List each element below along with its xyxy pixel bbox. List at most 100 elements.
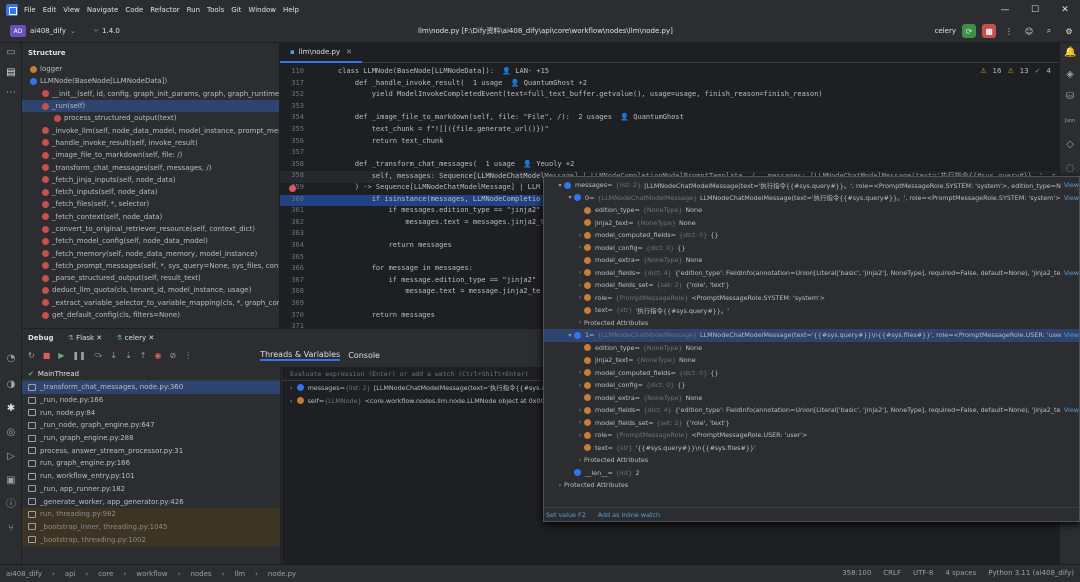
view-link[interactable]: View xyxy=(1060,406,1079,415)
step-into-icon[interactable]: ↓ xyxy=(110,351,117,360)
problems-icon[interactable]: ⓘ xyxy=(5,499,17,511)
breakpoint-icon[interactable] xyxy=(289,185,296,192)
view-link[interactable]: View xyxy=(1060,268,1079,277)
structure-item[interactable]: _fetch_inputs(self, node_data) xyxy=(22,186,279,198)
expand-arrow-icon[interactable]: › xyxy=(576,407,584,414)
menu-item-window[interactable]: Window xyxy=(248,6,276,14)
structure-item[interactable]: _extract_variable_selector_to_variable_m… xyxy=(22,297,279,309)
inspector-row[interactable]: › Protected Attributes xyxy=(544,479,1079,492)
debug-tool-icon[interactable]: ✱ xyxy=(5,403,17,415)
expand-arrow-icon[interactable]: ▾ xyxy=(566,194,574,201)
structure-item[interactable]: _fetch_model_config(self, node_data_mode… xyxy=(22,235,279,247)
resume-icon[interactable]: ▶ xyxy=(58,351,64,360)
menu-item-tools[interactable]: Tools xyxy=(207,6,224,14)
expand-arrow-icon[interactable]: › xyxy=(290,397,293,405)
breadcrumb-item[interactable]: core xyxy=(98,570,113,578)
expand-arrow-icon[interactable]: › xyxy=(576,282,584,289)
tab-flask[interactable]: ⚗ Flask ✕ xyxy=(68,334,103,342)
view-breakpoints-icon[interactable]: ◉ xyxy=(155,351,162,360)
inspector-row[interactable]: model_extra = {NoneType} None xyxy=(544,392,1079,405)
expand-arrow-icon[interactable]: › xyxy=(576,432,584,439)
inspector-row[interactable]: › model_fields = {dict: 4} {'edition_type':… xyxy=(544,267,1079,280)
breadcrumb-item[interactable]: api xyxy=(65,570,76,578)
view-link[interactable]: View xyxy=(1060,193,1079,202)
add-inline-watch-link[interactable]: Add as inline watch xyxy=(598,511,660,519)
expand-arrow-icon[interactable]: ▾ xyxy=(556,182,564,189)
stack-frame[interactable]: _bootstrap, threading.py:1002 xyxy=(22,533,280,546)
menu-item-git[interactable]: Git xyxy=(231,6,241,14)
inspector-row[interactable]: jinja2_text = {NoneType} None xyxy=(544,217,1079,230)
ai-assistant-icon[interactable]: ◈ xyxy=(1064,69,1076,81)
rerun-icon[interactable]: ↻ xyxy=(28,351,35,360)
python-packages-icon[interactable]: ◑ xyxy=(5,379,17,391)
menu-item-run[interactable]: Run xyxy=(187,6,200,14)
expand-arrow-icon[interactable]: › xyxy=(556,482,564,489)
menu-item-navigate[interactable]: Navigate xyxy=(87,6,118,14)
more-icon[interactable]: ⋮ xyxy=(1002,24,1016,38)
stack-frame[interactable]: _run, app_runner.py:182 xyxy=(22,483,280,496)
branch-selector[interactable]: 1.4.0 xyxy=(102,27,120,35)
step-out-icon[interactable]: ↑ xyxy=(140,351,147,360)
stack-frame[interactable]: process, answer_stream_processor.py:31 xyxy=(22,444,280,457)
inspector-row[interactable]: › Protected Attributes xyxy=(544,317,1079,330)
inspector-row[interactable]: › model_computed_fields = {dict: 0}{} xyxy=(544,229,1079,242)
inspector-row[interactable]: › model_fields_set = {set: 2} {'role', 'tex… xyxy=(544,279,1079,292)
expand-arrow-icon[interactable]: › xyxy=(576,294,584,301)
menu-item-refactor[interactable]: Refactor xyxy=(150,6,179,14)
structure-item[interactable]: _transform_chat_messages(self, messages,… xyxy=(22,161,279,173)
inspector-row[interactable]: › model_config = {dict: 0}{} xyxy=(544,242,1079,255)
resume-button[interactable]: ⟳ xyxy=(962,24,976,38)
expand-arrow-icon[interactable]: › xyxy=(576,269,584,276)
structure-item[interactable]: get_default_config(cls, filters=None) xyxy=(22,309,279,321)
stack-frame[interactable]: run, threading.py:982 xyxy=(22,507,280,521)
inspector-row[interactable]: › model_fields_set = {set: 2} {'role', 'tex… xyxy=(544,417,1079,430)
structure-item[interactable]: _fetch_prompt_messages(self, *, sys_quer… xyxy=(22,260,279,272)
close-window-icon[interactable]: ✕ xyxy=(1050,0,1080,20)
stack-frame[interactable]: _transform_chat_messages, node.py:360 xyxy=(22,381,280,394)
expand-arrow-icon[interactable]: › xyxy=(576,369,584,376)
inspector-row[interactable]: edition_type = {NoneType} None xyxy=(544,204,1079,217)
structure-item[interactable]: deduct_llm_quota(cls, tenant_id, model_i… xyxy=(22,284,279,296)
expand-arrow-icon[interactable]: › xyxy=(576,232,584,239)
stack-frame[interactable]: _run_node, graph_engine.py:647 xyxy=(22,419,280,432)
maximize-icon[interactable]: ☐ xyxy=(1020,0,1050,20)
inspector-row[interactable]: › model_computed_fields = {dict: 0}{} xyxy=(544,367,1079,380)
python-console-icon[interactable]: ◔ xyxy=(5,353,17,365)
structure-item[interactable]: _parse_structured_output(self, result_te… xyxy=(22,272,279,284)
menu-item-view[interactable]: View xyxy=(63,6,80,14)
inspector-row[interactable]: › role = {PromptMessageRole} <PromptMessage… xyxy=(544,292,1079,305)
breadcrumb-item[interactable]: nodes xyxy=(190,570,211,578)
line-ending[interactable]: CRLF xyxy=(883,569,901,577)
stop-icon[interactable]: ■ xyxy=(43,351,51,360)
run-config-selector[interactable]: celery xyxy=(935,27,956,35)
structure-item[interactable]: process_structured_output(text) xyxy=(22,112,279,124)
inspector-row[interactable]: text = {str} '执行指令{{#sys.query#}}。' xyxy=(544,304,1079,317)
encoding[interactable]: UTF-8 xyxy=(913,569,933,577)
menu-item-help[interactable]: Help xyxy=(283,6,299,14)
view-link[interactable]: View xyxy=(1060,331,1079,340)
stack-frame[interactable]: _generate_worker, app_generator.py:426 xyxy=(22,495,280,508)
expand-arrow-icon[interactable]: ▾ xyxy=(566,332,574,339)
expand-arrow-icon[interactable]: › xyxy=(290,384,293,392)
structure-item[interactable]: _fetch_memory(self, node_data_memory, mo… xyxy=(22,247,279,259)
codeium-icon[interactable]: ◌ xyxy=(1064,163,1076,175)
structure-tool-icon[interactable]: ▤ xyxy=(5,67,17,79)
inspector-row[interactable]: ▾ 1 = {LLMNodeChatModelMessage} LLMNodeChat… xyxy=(544,329,1079,342)
breadcrumb-item[interactable]: node.py xyxy=(268,570,296,578)
expand-arrow-icon[interactable]: › xyxy=(576,382,584,389)
stack-frame[interactable]: _bootstrap_inner, threading.py:1045 xyxy=(22,520,280,534)
breadcrumb-item[interactable]: llm xyxy=(234,570,245,578)
inspector-row[interactable]: ▾ messages = {list: 2} [LLMNodeChatModelMes… xyxy=(544,179,1079,192)
minimize-icon[interactable]: — xyxy=(990,0,1020,20)
search-icon[interactable]: ⌕ xyxy=(1042,24,1056,38)
structure-item[interactable]: _run(self) xyxy=(22,99,279,113)
tab-celery[interactable]: ⚗ celery ✕ xyxy=(116,334,154,342)
step-over-icon[interactable]: ⤼ xyxy=(94,350,103,360)
structure-item[interactable]: _fetch_files(self, *, selector) xyxy=(22,198,279,210)
run-tool-icon[interactable]: ▷ xyxy=(5,451,17,463)
menu-item-edit[interactable]: Edit xyxy=(43,6,57,14)
set-value-link[interactable]: Set value F2 xyxy=(546,511,586,519)
interpreter[interactable]: Python 3.11 (ai408_dify) xyxy=(988,569,1074,577)
structure-item[interactable]: _convert_to_original_retriever_resource(… xyxy=(22,223,279,235)
caret-position[interactable]: 358:100 xyxy=(842,569,871,577)
